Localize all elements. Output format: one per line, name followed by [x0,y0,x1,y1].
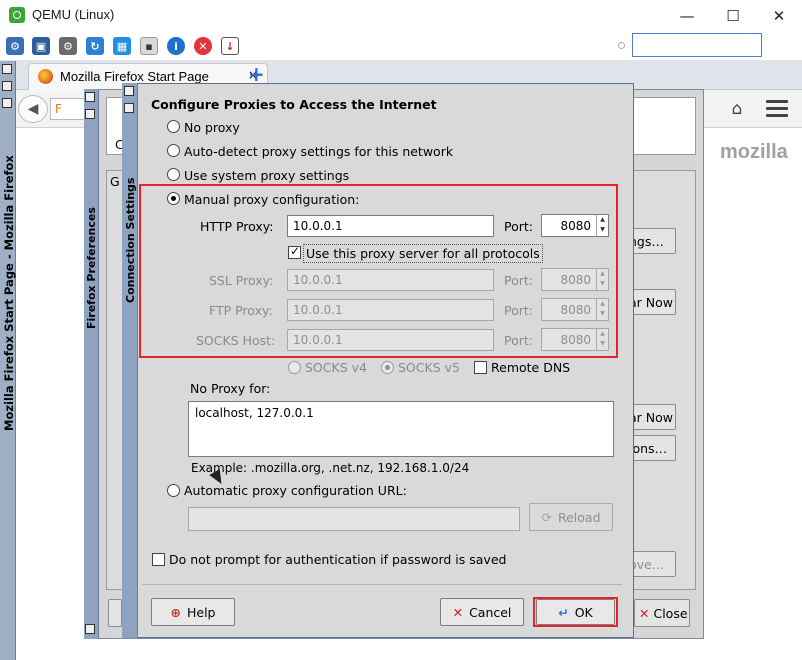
no-proxy-example: Example: .mozilla.org, .net.nz, 192.168.… [191,461,470,475]
refresh-icon[interactable]: ↻ [86,37,104,55]
maximize-button[interactable]: ☐ [710,0,756,31]
download-icon[interactable]: ↓ [221,37,239,55]
conn-strip-menu-icon[interactable] [124,103,134,113]
back-button[interactable]: ◀ [18,95,48,123]
socks-v5-label: SOCKS v5 [398,360,460,375]
window-title: QEMU (Linux) [32,7,115,22]
auto-url-input[interactable] [188,507,520,531]
qemu-toolbar: ⚙ ▣ ⚙ ↻ ▦ ▪ i ✕ ↓ [0,31,802,61]
no-proxy-radio[interactable] [167,120,180,133]
no-proxy-textarea[interactable]: localhost, 127.0.0.1 [188,401,614,457]
prefs-left-button[interactable] [108,599,122,627]
firefox-logo-icon [38,69,53,84]
prefs-strip-close-icon[interactable] [85,92,95,102]
strip-menu-icon[interactable] [2,81,12,91]
help-label: Help [186,604,216,620]
close-x-icon: ✕ [639,605,650,621]
mozilla-brand: mozilla [720,141,788,163]
remote-dns-label: Remote DNS [491,360,571,375]
lifebuoy-icon: ⊕ [170,604,181,620]
conn-strip-close-icon[interactable] [124,86,134,96]
strip-close-icon[interactable] [2,64,12,74]
minimize-button[interactable]: — [664,0,710,31]
auto-detect-label: Auto-detect proxy settings for this netw… [184,144,454,159]
stop-icon[interactable]: ✕ [194,37,212,55]
prefs-strip-menu-icon[interactable] [85,109,95,119]
gear-icon[interactable]: ⚙ [59,37,77,55]
no-proxy-for-label: No Proxy for: [190,381,271,396]
hamburger-menu-icon[interactable] [766,100,788,118]
cancel-button[interactable]: ✕ Cancel [440,598,524,626]
help-button[interactable]: ⊕ Help [151,598,235,626]
info-icon[interactable]: i [167,37,185,55]
button-separator [142,584,622,585]
home-icon[interactable]: ⌂ [726,98,748,120]
windows-icon[interactable]: ▦ [113,37,131,55]
cancel-label: Cancel [469,604,512,620]
toolbar-radio-icon [618,42,625,49]
qemu-app-icon [9,7,25,23]
strip-maximize-icon[interactable] [2,98,12,108]
connection-settings-title: Connection Settings [124,177,137,303]
tab-label: Mozilla Firefox Start Page [60,69,209,84]
no-prompt-label: Do not prompt for authentication if pass… [169,552,507,567]
manual-config-highlight [139,184,618,358]
close-window-button[interactable]: ✕ [756,0,802,31]
ok-highlight [533,597,618,627]
socks-v4-radio[interactable] [288,361,301,374]
fullscreen-icon[interactable]: ▣ [32,37,50,55]
prefs-strip-bottom-icon[interactable] [85,624,95,634]
socks-v5-radio[interactable] [381,361,394,374]
auto-detect-radio[interactable] [167,144,180,157]
remote-dns-checkbox[interactable] [474,361,487,374]
connection-settings-strip: Connection Settings [122,83,138,638]
no-proxy-label: No proxy [184,120,240,135]
firefox-window-strip: Mozilla Firefox Start Page - Mozilla Fir… [0,61,16,660]
qemu-titlebar: QEMU (Linux) — ☐ ✕ [0,0,802,31]
cancel-x-icon: ✕ [452,604,464,620]
prefs-tab-fragment[interactable]: G [110,174,120,189]
dialog-header: Configure Proxies to Access the Internet [151,97,437,112]
auto-url-label: Automatic proxy configuration URL: [184,483,407,498]
reload-label: Reload [557,509,601,525]
auto-url-radio[interactable] [167,484,180,497]
prefs-close-label: Close [653,605,688,621]
system-proxy-radio[interactable] [167,168,180,181]
preferences-strip: Firefox Preferences [84,89,99,639]
new-tab-button[interactable]: + [248,64,266,84]
toolbar-search-input[interactable] [632,33,762,57]
reload-icon: ⟳ [541,509,552,525]
settings-icon[interactable]: ⚙ [6,37,24,55]
preferences-title: Firefox Preferences [85,207,98,329]
system-proxy-label: Use system proxy settings [184,168,350,183]
reload-button[interactable]: ⟳ Reload [529,503,613,531]
terminal-icon[interactable]: ▪ [140,37,158,55]
prefs-close-button[interactable]: ✕ Close [634,599,690,627]
socks-v4-label: SOCKS v4 [305,360,367,375]
no-prompt-checkbox[interactable] [152,553,165,566]
firefox-window-title: Mozilla Firefox Start Page - Mozilla Fir… [2,155,16,431]
